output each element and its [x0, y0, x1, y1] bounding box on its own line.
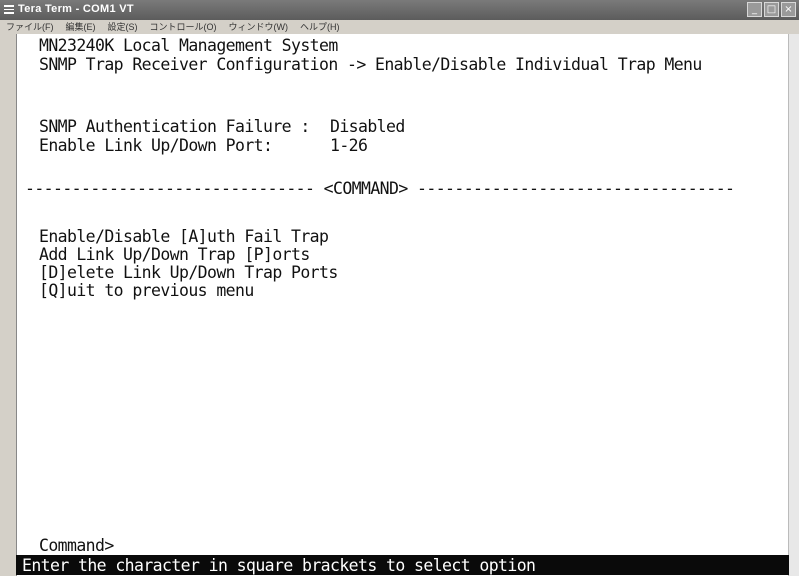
terminal-screen[interactable]: MN23240K Local Management System SNMP Tr…	[16, 34, 790, 576]
auth-failure-label: SNMP Authentication Failure :	[39, 117, 310, 136]
title-bar: Tera Term - COM1 VT _ □ ×	[0, 0, 799, 20]
close-button[interactable]: ×	[781, 2, 796, 17]
command-prompt[interactable]: Command>	[39, 537, 114, 555]
auth-failure-value: Disabled	[330, 117, 405, 136]
menu-setup[interactable]: 設定(S)	[108, 20, 138, 34]
menu-file[interactable]: ファイル(F)	[6, 20, 54, 34]
system-name: MN23240K Local Management System	[39, 36, 338, 55]
link-port-label: Enable Link Up/Down Port:	[39, 136, 273, 155]
app-menu-icon[interactable]	[4, 5, 14, 14]
menu-help[interactable]: ヘルプ(H)	[300, 20, 340, 34]
command-divider: ------------------------------- <COMMAND…	[25, 179, 735, 198]
status-hint-text: Enter the character in square brackets t…	[22, 556, 536, 575]
menu-option-auth-fail[interactable]: Enable/Disable [A]uth Fail Trap	[39, 228, 329, 246]
vertical-scrollbar[interactable]	[788, 34, 799, 576]
minimize-button[interactable]: _	[747, 2, 762, 17]
link-port-value: 1-26	[330, 136, 368, 155]
left-margin	[0, 34, 16, 576]
menu-edit[interactable]: 編集(E)	[66, 20, 96, 34]
breadcrumb: SNMP Trap Receiver Configuration -> Enab…	[39, 55, 702, 74]
menu-option-add-ports[interactable]: Add Link Up/Down Trap [P]orts	[39, 246, 310, 264]
menu-control[interactable]: コントロール(O)	[150, 20, 217, 34]
menu-option-delete-ports[interactable]: [D]elete Link Up/Down Trap Ports	[39, 264, 338, 282]
menu-window[interactable]: ウィンドウ(W)	[229, 20, 289, 34]
menu-option-quit[interactable]: [Q]uit to previous menu	[39, 282, 254, 300]
maximize-button[interactable]: □	[764, 2, 779, 17]
window-title: Tera Term - COM1 VT	[18, 3, 134, 15]
status-hint-bar: Enter the character in square brackets t…	[16, 555, 789, 575]
menu-bar: ファイル(F) 編集(E) 設定(S) コントロール(O) ウィンドウ(W) ヘ…	[0, 20, 799, 34]
window-controls: _ □ ×	[747, 2, 796, 17]
